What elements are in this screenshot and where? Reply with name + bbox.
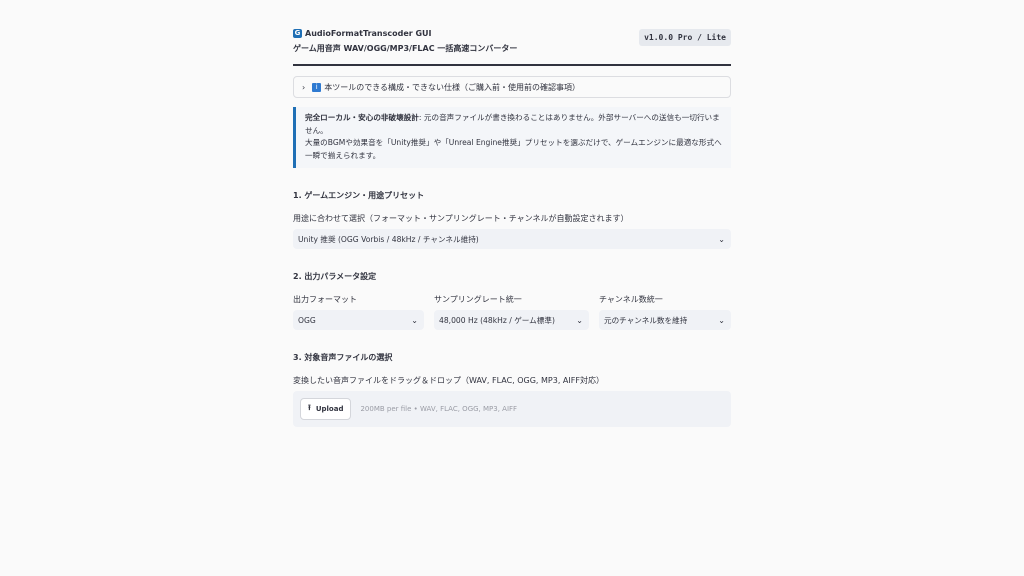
chevron-down-icon: ⌄ xyxy=(718,234,725,244)
section-files-title: 3. 対象音声ファイルの選択 xyxy=(293,353,393,362)
format-select[interactable]: OGG ⌄ xyxy=(293,310,424,330)
channel-select[interactable]: 元のチャンネル数を維持 ⌄ xyxy=(599,310,731,330)
preset-label: 用途に合わせて選択（フォーマット・サンプリングレート・チャンネルが自動設定されま… xyxy=(293,214,629,223)
params-row: 出力フォーマット OGG ⌄ サンプリングレート統一 48,000 Hz (48… xyxy=(293,282,731,330)
section-preset-title: 1. ゲームエンジン・用途プリセット xyxy=(293,191,425,200)
notice-bold: 完全ローカル・安心の非破壊設計 xyxy=(305,113,419,122)
format-select-value: OGG xyxy=(298,315,316,325)
upload-button[interactable]: ⭱ Upload xyxy=(300,398,352,420)
rate-select-value: 48,000 Hz (48kHz / ゲーム標準) xyxy=(439,315,555,325)
format-label: 出力フォーマット xyxy=(293,295,357,304)
rate-select[interactable]: 48,000 Hz (48kHz / ゲーム標準) ⌄ xyxy=(434,310,589,330)
spec-expander-label: 本ツールのできる構成・できない仕様（ご購入前・使用前の確認事項） xyxy=(324,82,581,92)
format-column: 出力フォーマット OGG ⌄ xyxy=(293,282,424,330)
channel-select-value: 元のチャンネル数を維持 xyxy=(604,315,688,325)
upload-button-label: Upload xyxy=(315,405,344,413)
chevron-down-icon: ⌄ xyxy=(718,315,725,325)
app-logo-icon: G xyxy=(293,29,302,38)
spec-expander[interactable]: › i 本ツールのできる構成・できない仕様（ご購入前・使用前の確認事項） xyxy=(293,76,731,98)
notice-line2: 大量のBGMや効果音を「Unity推奨」や「Unreal Engine推奨」プリ… xyxy=(305,138,722,160)
channel-column: チャンネル数統一 元のチャンネル数を維持 ⌄ xyxy=(599,282,731,330)
rate-column: サンプリングレート統一 48,000 Hz (48kHz / ゲーム標準) ⌄ xyxy=(434,282,589,330)
main-container: G AudioFormatTranscoder GUI ゲーム用音声 WAV/O… xyxy=(293,26,731,427)
files-label: 変換したい音声ファイルをドラッグ＆ドロップ（WAV, FLAC, OGG, MP… xyxy=(293,376,604,385)
preset-select[interactable]: Unity 推奨 (OGG Vorbis / 48kHz / チャンネル維持) … xyxy=(293,229,731,249)
upload-hint: 200MB per file • WAV, FLAC, OGG, MP3, AI… xyxy=(360,405,518,413)
upload-icon: ⭱ xyxy=(308,403,311,412)
chevron-right-icon: › xyxy=(302,82,306,92)
section-params-title: 2. 出力パラメータ設定 xyxy=(293,272,377,281)
notice-box: 完全ローカル・安心の非破壊設計: 元の音声ファイルが書き換わることはありません。… xyxy=(293,107,731,168)
preset-select-value: Unity 推奨 (OGG Vorbis / 48kHz / チャンネル維持) xyxy=(298,234,479,244)
version-badge: v1.0.0 Pro / Lite xyxy=(639,29,731,46)
info-icon: i xyxy=(312,82,322,92)
file-dropzone[interactable]: ⭱ Upload 200MB per file • WAV, FLAC, OGG… xyxy=(293,391,731,427)
chevron-down-icon: ⌄ xyxy=(576,315,583,325)
chevron-down-icon: ⌄ xyxy=(411,315,418,325)
app-title-text: AudioFormatTranscoder GUI xyxy=(305,29,432,38)
channel-label: チャンネル数統一 xyxy=(599,295,663,304)
rate-label: サンプリングレート統一 xyxy=(434,295,522,304)
app-header: G AudioFormatTranscoder GUI ゲーム用音声 WAV/O… xyxy=(293,29,731,66)
